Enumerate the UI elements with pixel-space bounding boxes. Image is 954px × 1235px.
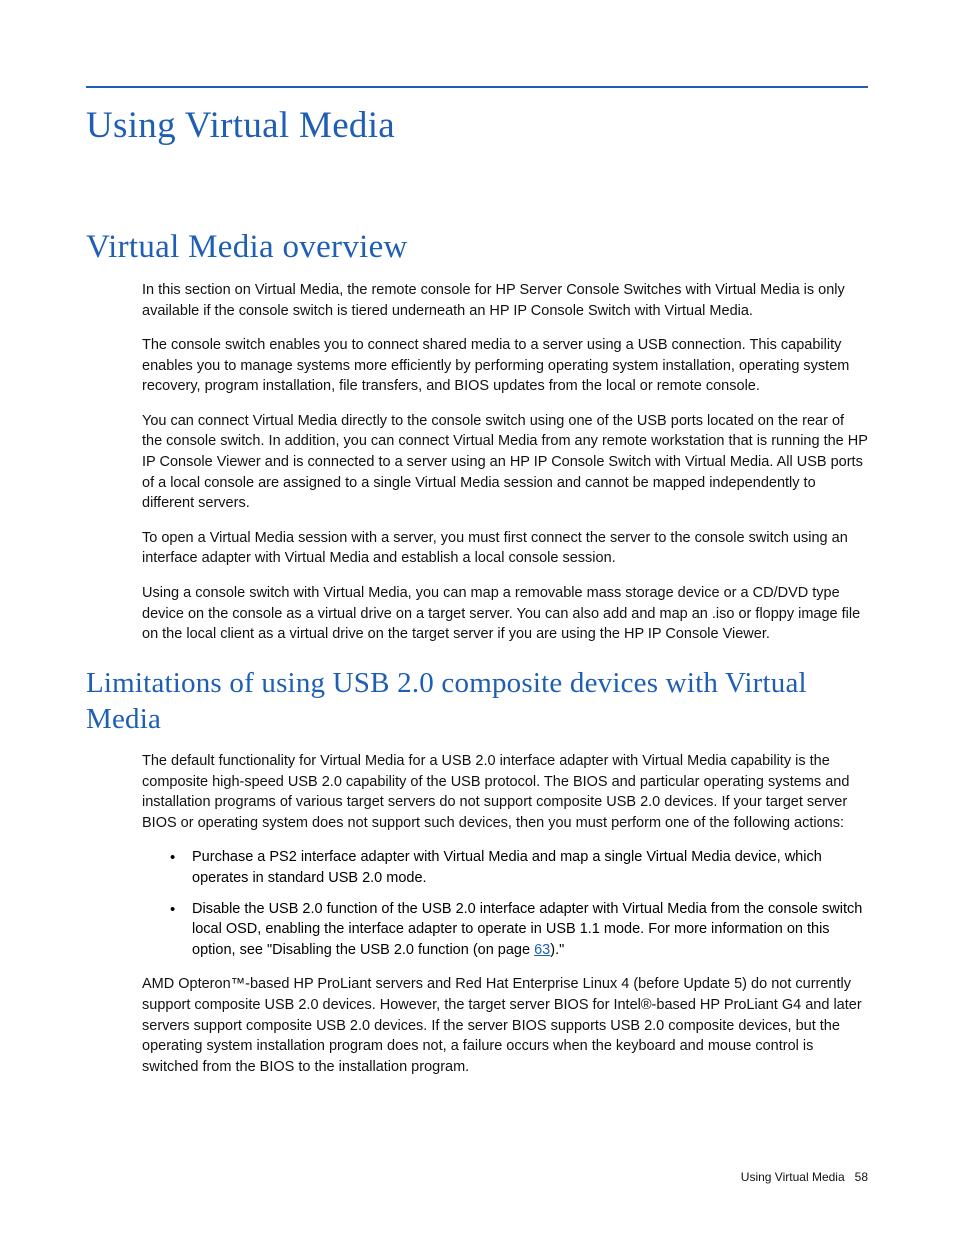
page-container: Using Virtual Media Virtual Media overvi… xyxy=(0,0,954,1131)
overview-para-5: Using a console switch with Virtual Medi… xyxy=(142,583,868,645)
top-rule xyxy=(86,86,868,88)
bullet-text-2-pre: Disable the USB 2.0 function of the USB … xyxy=(192,901,862,958)
limitations-list: Purchase a PS2 interface adapter with Vi… xyxy=(170,847,868,960)
list-item: Disable the USB 2.0 function of the USB … xyxy=(170,899,868,961)
subsection-title: Limitations of using USB 2.0 composite d… xyxy=(86,665,868,738)
footer-section: Using Virtual Media xyxy=(741,1170,845,1184)
overview-para-3: You can connect Virtual Media directly t… xyxy=(142,411,868,514)
section-title: Virtual Media overview xyxy=(86,229,868,266)
overview-para-1: In this section on Virtual Media, the re… xyxy=(142,280,868,321)
overview-body: In this section on Virtual Media, the re… xyxy=(142,280,868,645)
limitations-intro: The default functionality for Virtual Me… xyxy=(142,751,868,833)
overview-para-2: The console switch enables you to connec… xyxy=(142,335,868,397)
bullet-text-2-post: )." xyxy=(550,942,564,958)
bullet-text-1: Purchase a PS2 interface adapter with Vi… xyxy=(192,849,822,886)
limitations-after: AMD Opteron™-based HP ProLiant servers a… xyxy=(142,974,868,1077)
page-link-63[interactable]: 63 xyxy=(534,942,550,958)
overview-para-4: To open a Virtual Media session with a s… xyxy=(142,528,868,569)
list-item: Purchase a PS2 interface adapter with Vi… xyxy=(170,847,868,888)
page-footer: Using Virtual Media 58 xyxy=(741,1170,868,1184)
footer-page-number: 58 xyxy=(855,1170,868,1184)
chapter-title: Using Virtual Media xyxy=(86,104,868,147)
limitations-body: The default functionality for Virtual Me… xyxy=(142,751,868,1077)
